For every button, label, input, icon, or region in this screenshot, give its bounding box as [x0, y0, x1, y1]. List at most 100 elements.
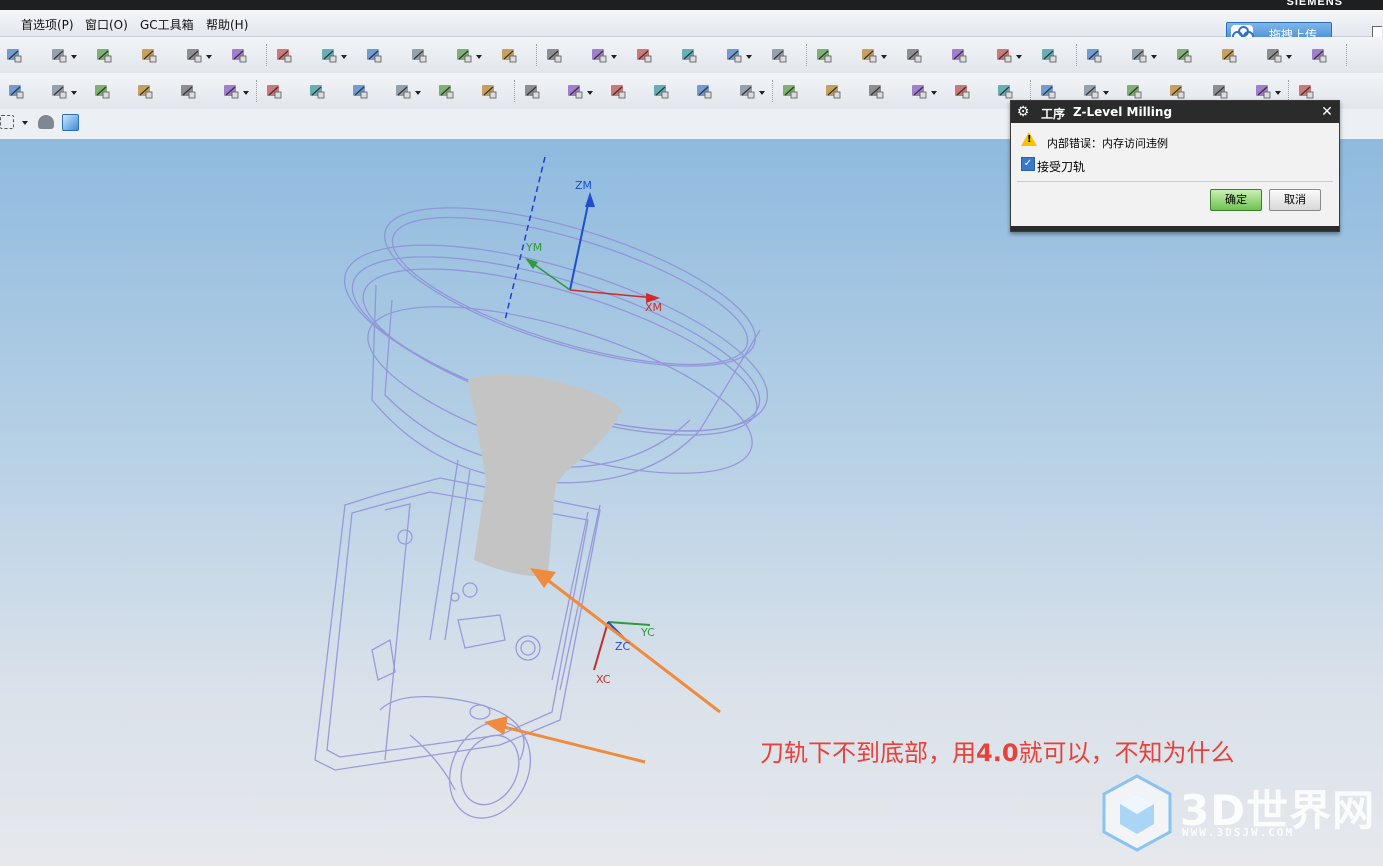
layer-icon[interactable]: [184, 45, 204, 65]
machine-tool-icon[interactable]: [499, 45, 519, 65]
spline-icon[interactable]: [1174, 45, 1194, 65]
render-style-icon[interactable]: [94, 45, 114, 65]
menu-window[interactable]: 窗口(O): [85, 16, 128, 33]
chevron-down-icon[interactable]: [1275, 91, 1281, 95]
path-icon[interactable]: [6, 81, 26, 101]
cancel-button[interactable]: 取消: [1269, 189, 1321, 211]
select-box-icon[interactable]: [0, 115, 14, 129]
delete-icon[interactable]: [1124, 81, 1144, 101]
operation-nav-icon[interactable]: [409, 45, 429, 65]
geometry-icon[interactable]: [544, 45, 564, 65]
simulate-icon[interactable]: [679, 45, 699, 65]
close-icon[interactable]: ✕: [1318, 103, 1336, 121]
title-bar: SIEMENS: [0, 0, 1383, 10]
verify-icon[interactable]: [634, 45, 654, 65]
chevron-down-icon[interactable]: [931, 91, 937, 95]
list-path-icon[interactable]: [814, 45, 834, 65]
chevron-down-icon[interactable]: [1016, 55, 1022, 59]
watermark-url: WWW.3DSJW.COM: [1182, 826, 1295, 839]
wave-icon[interactable]: [436, 81, 456, 101]
shade-icon[interactable]: [38, 115, 54, 129]
toolbar-separator: [536, 44, 539, 66]
table-icon[interactable]: [1253, 81, 1273, 101]
chevron-down-icon[interactable]: [1286, 55, 1292, 59]
verify-path-icon[interactable]: [49, 81, 69, 101]
transform-icon[interactable]: [995, 81, 1015, 101]
chevron-down-icon[interactable]: [243, 91, 249, 95]
menu-preferences[interactable]: 首选项(P): [21, 16, 74, 33]
check-icon[interactable]: [1167, 81, 1187, 101]
object-icon[interactable]: [1081, 81, 1101, 101]
info-icon[interactable]: [1210, 81, 1230, 101]
gear-icon[interactable]: ⚙: [1015, 104, 1031, 120]
cross-icon[interactable]: [1129, 45, 1149, 65]
replay-path-icon[interactable]: [769, 45, 789, 65]
program-order-icon[interactable]: [454, 45, 474, 65]
dialog-footer: [1011, 226, 1339, 231]
post-process-icon[interactable]: [859, 45, 879, 65]
area-icon[interactable]: [522, 81, 542, 101]
wcs-icon[interactable]: [229, 45, 249, 65]
output-icon[interactable]: [221, 81, 241, 101]
chevron-down-icon[interactable]: [206, 55, 212, 59]
chevron-down-icon[interactable]: [71, 55, 77, 59]
box-frame-icon[interactable]: [274, 45, 294, 65]
chevron-down-icon[interactable]: [415, 91, 421, 95]
axis-yc-label: YC: [641, 626, 655, 639]
cube-shade-icon[interactable]: [62, 114, 79, 131]
generate-icon[interactable]: [92, 81, 112, 101]
accept-toolpath-checkbox[interactable]: ✓: [1021, 157, 1035, 171]
tool-icon[interactable]: [866, 81, 886, 101]
method-icon[interactable]: [393, 81, 413, 101]
cut-area-icon[interactable]: [780, 81, 800, 101]
chevron-down-icon[interactable]: [881, 55, 887, 59]
shop-doc-icon[interactable]: [904, 45, 924, 65]
chevron-down-icon[interactable]: [22, 121, 28, 125]
more-chevron-icon[interactable]: [4, 45, 24, 65]
project-icon[interactable]: [1264, 45, 1284, 65]
fit-view-icon[interactable]: [49, 45, 69, 65]
offset-icon[interactable]: [1219, 45, 1239, 65]
chevron-down-icon[interactable]: [611, 55, 617, 59]
cycle-icon[interactable]: [264, 81, 284, 101]
menu-gc-toolbox[interactable]: GC工具箱: [140, 16, 194, 33]
chevron-down-icon[interactable]: [587, 91, 593, 95]
error-message: 内部错误：内存访问违例: [1047, 137, 1168, 150]
ok-button[interactable]: 确定: [1210, 189, 1262, 211]
blank-icon[interactable]: [651, 81, 671, 101]
axis-xm-label: XM: [645, 301, 663, 314]
nc-icon[interactable]: [952, 81, 972, 101]
point-icon[interactable]: [565, 81, 585, 101]
line-icon[interactable]: [994, 45, 1014, 65]
chevron-down-icon[interactable]: [476, 55, 482, 59]
machine-icon[interactable]: [135, 81, 155, 101]
method-icon[interactable]: [589, 45, 609, 65]
curve-icon[interactable]: [1084, 45, 1104, 65]
cube-view-icon[interactable]: [139, 45, 159, 65]
tool-holder-icon[interactable]: [909, 81, 929, 101]
setup-icon[interactable]: [1296, 81, 1316, 101]
boundary-icon[interactable]: [479, 81, 499, 101]
part-icon[interactable]: [694, 81, 714, 101]
section-icon[interactable]: [319, 45, 339, 65]
filter-icon[interactable]: [364, 45, 384, 65]
chevron-down-icon[interactable]: [746, 55, 752, 59]
program-icon[interactable]: [350, 81, 370, 101]
feed-icon[interactable]: [178, 81, 198, 101]
chevron-down-icon[interactable]: [759, 91, 765, 95]
fixture-icon[interactable]: [737, 81, 757, 101]
trim-icon[interactable]: [823, 81, 843, 101]
point-icon[interactable]: [1039, 45, 1059, 65]
edit-icon[interactable]: [307, 81, 327, 101]
toolbar-separator: [1030, 80, 1033, 102]
mirror-icon[interactable]: [1309, 45, 1329, 65]
copy-icon[interactable]: [1038, 81, 1058, 101]
chevron-down-icon[interactable]: [71, 91, 77, 95]
link-icon[interactable]: [949, 45, 969, 65]
menu-help[interactable]: 帮助(H): [206, 16, 248, 33]
curve-icon[interactable]: [608, 81, 628, 101]
chevron-down-icon[interactable]: [1103, 91, 1109, 95]
generate-path-icon[interactable]: [724, 45, 744, 65]
chevron-down-icon[interactable]: [341, 55, 347, 59]
chevron-down-icon[interactable]: [1151, 55, 1157, 59]
